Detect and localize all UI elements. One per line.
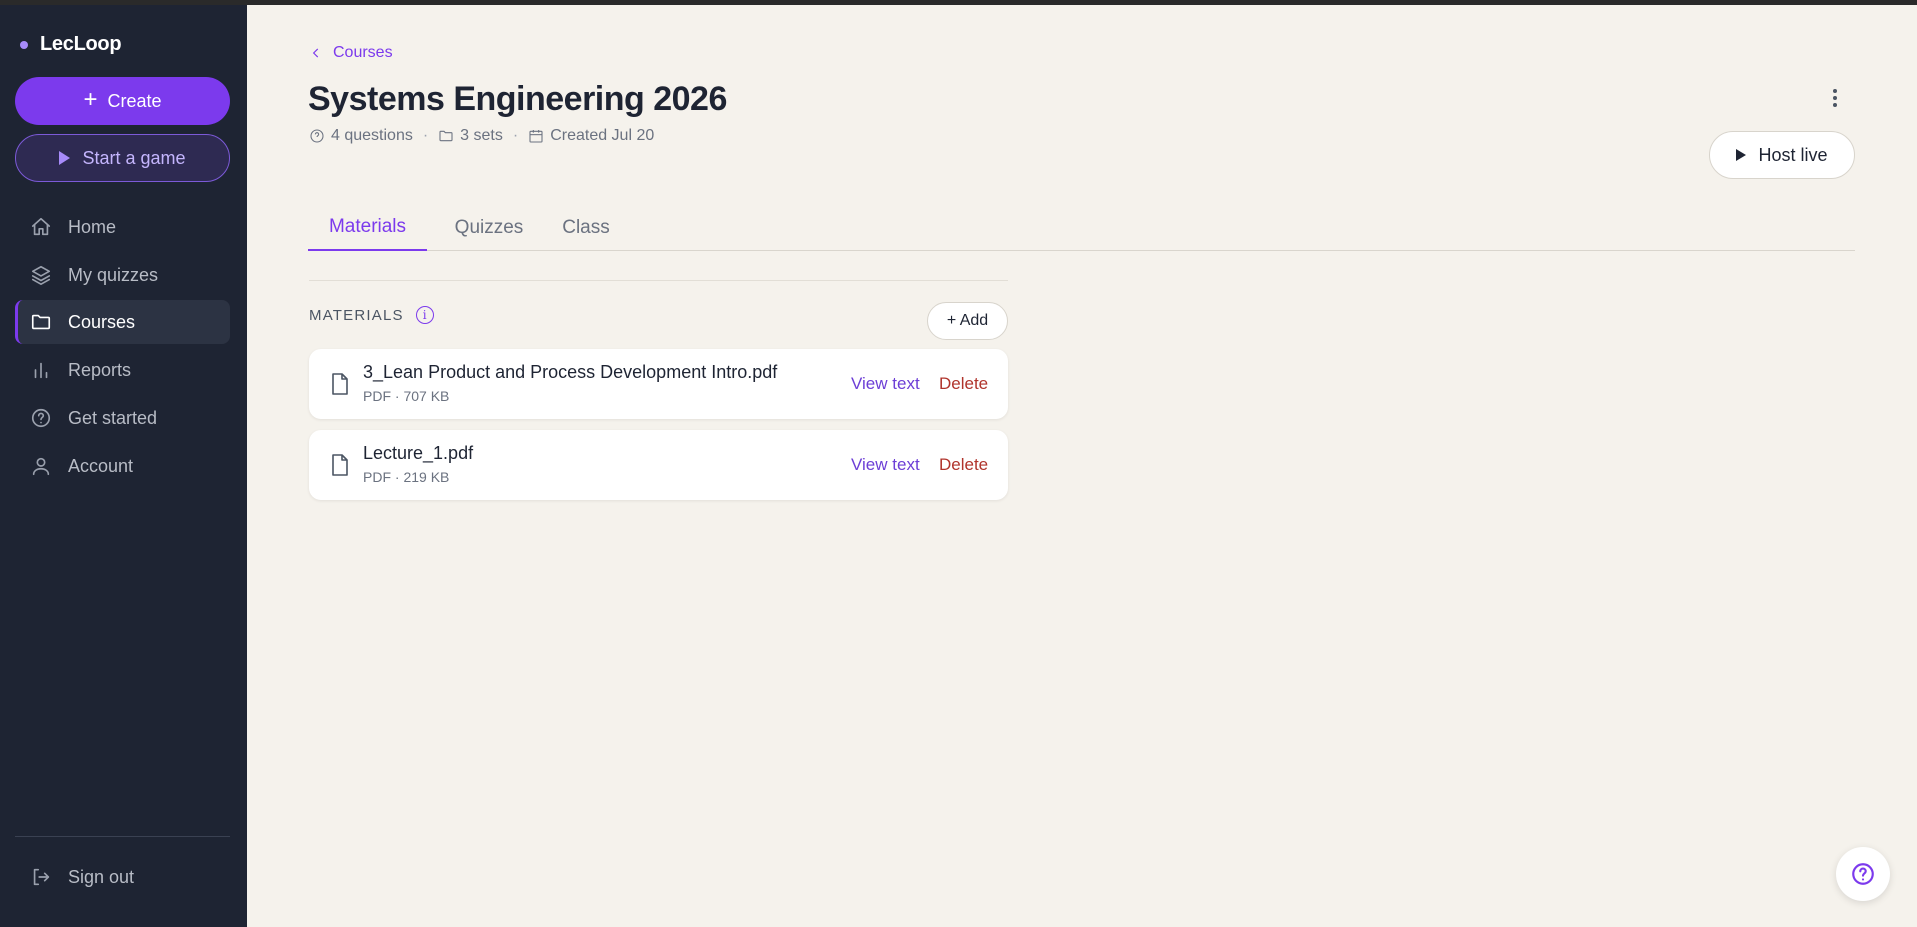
question-circle-icon <box>310 129 324 143</box>
help-button[interactable] <box>1836 847 1890 901</box>
materials-section-title: MATERIALS i <box>309 306 434 324</box>
tab-class[interactable]: Class <box>546 204 626 251</box>
calendar-icon <box>529 130 543 143</box>
delete-link[interactable]: Delete <box>939 374 988 394</box>
folder-icon <box>439 130 453 142</box>
file-icon <box>329 372 351 396</box>
sidebar-item-label: Courses <box>68 311 136 332</box>
sidebar-item-get-started[interactable]: Get started <box>15 396 230 440</box>
host-live-button[interactable]: Host live <box>1709 131 1855 179</box>
created-date-label: Created Jul 20 <box>550 127 655 144</box>
sidebar-item-label: My quizzes <box>68 264 159 285</box>
breadcrumb[interactable]: Courses <box>309 44 393 62</box>
sidebar-item-label: Home <box>68 216 117 237</box>
sets-count-label: 3 sets <box>460 127 503 144</box>
sidebar-item-home[interactable]: Home <box>15 205 230 249</box>
delete-link[interactable]: Delete <box>939 455 988 475</box>
sidebar-item-account[interactable]: Account <box>15 444 230 488</box>
view-text-link[interactable]: View text <box>851 374 920 394</box>
sidebar-divider <box>15 836 230 837</box>
created-date: Created Jul 20 <box>528 127 654 145</box>
meta-separator: · <box>422 127 429 144</box>
material-card: Lecture_1.pdf PDF · 219 KB View text Del… <box>309 430 1008 500</box>
help-circle-icon <box>1852 863 1874 885</box>
start-game-label: Start a game <box>82 147 186 168</box>
user-icon <box>32 457 50 476</box>
file-meta: PDF · 219 KB <box>363 469 450 485</box>
chevron-left-icon <box>312 48 319 58</box>
brand-name: LecLoop <box>40 33 122 55</box>
folder-icon <box>31 314 51 330</box>
questions-count-label: 4 questions <box>331 127 413 144</box>
tab-quizzes[interactable]: Quizzes <box>439 204 539 251</box>
tab-label: Quizzes <box>454 216 524 238</box>
plus-icon: + <box>83 85 98 113</box>
file-name: Lecture_1.pdf <box>363 443 474 463</box>
host-live-label: Host live <box>1758 144 1828 165</box>
window-top-bar <box>0 0 1917 5</box>
play-icon <box>1736 149 1747 161</box>
file-meta: PDF · 707 KB <box>363 388 450 404</box>
tab-bar: Materials Quizzes Class <box>308 204 1855 251</box>
meta-separator: · <box>512 127 519 144</box>
view-text-link[interactable]: View text <box>851 455 920 475</box>
file-icon <box>329 453 351 477</box>
breadcrumb-label: Courses <box>333 44 393 61</box>
sidebar-item-label: Get started <box>68 407 158 428</box>
create-button-label: Create <box>107 90 162 111</box>
start-game-button[interactable]: Start a game <box>15 134 230 182</box>
page-title: Systems Engineering 2026 <box>308 80 727 118</box>
sign-out-icon <box>33 868 50 886</box>
layers-icon <box>31 265 51 285</box>
add-material-button[interactable]: + Add <box>927 302 1008 340</box>
sign-out-button[interactable]: Sign out <box>15 855 230 899</box>
info-icon[interactable]: i <box>415 306 434 324</box>
sidebar-item-label: Reports <box>68 359 132 380</box>
material-card: 3_Lean Product and Process Development I… <box>309 349 1008 419</box>
sign-out-label: Sign out <box>68 866 135 887</box>
tab-label: Materials <box>328 215 407 237</box>
file-name: 3_Lean Product and Process Development I… <box>363 362 778 382</box>
sidebar-item-my-quizzes[interactable]: My quizzes <box>15 253 230 297</box>
bar-chart-icon <box>34 362 48 379</box>
questions-count: 4 questions <box>309 127 413 145</box>
section-divider <box>309 280 1008 281</box>
play-icon <box>59 151 71 165</box>
more-options-icon[interactable] <box>1823 86 1847 110</box>
sets-count: 3 sets <box>438 127 503 145</box>
home-icon <box>31 217 51 236</box>
sidebar-item-courses[interactable]: Courses <box>15 300 230 344</box>
brand-dot-icon <box>20 40 28 49</box>
tab-materials[interactable]: Materials <box>308 204 427 251</box>
create-button[interactable]: + Create <box>15 77 230 125</box>
tab-label: Class <box>562 216 610 238</box>
sidebar-item-reports[interactable]: Reports <box>15 348 230 392</box>
sidebar-item-label: Account <box>68 455 134 476</box>
help-circle-icon <box>31 408 51 428</box>
brand[interactable]: LecLoop <box>20 33 122 56</box>
course-meta: 4 questions · 3 sets · Created Jul 20 <box>309 127 654 145</box>
section-title-label: MATERIALS <box>309 306 404 324</box>
